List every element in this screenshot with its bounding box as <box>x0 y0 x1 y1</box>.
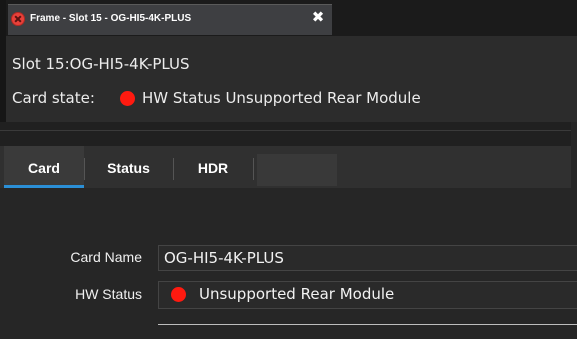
window-tab-title: Frame - Slot 15 - OG-HI5-4K-PLUS <box>30 13 192 24</box>
tab-empty[interactable] <box>257 154 337 186</box>
divider <box>0 130 571 131</box>
slot-title: Slot 15:OG-HI5-4K-PLUS <box>12 55 190 73</box>
card-state-value: HW Status Unsupported Rear Module <box>142 89 421 107</box>
status-error-icon <box>120 91 135 106</box>
hw-status-label: HW Status <box>75 286 142 302</box>
red-circle-close-icon[interactable] <box>11 12 25 26</box>
card-name-label: Card Name <box>70 249 142 265</box>
tab-status[interactable]: Status <box>84 146 173 188</box>
window-tab-strip: Frame - Slot 15 - OG-HI5-4K-PLUS ✖ <box>6 0 577 36</box>
tab-hdr[interactable]: HDR <box>173 146 253 188</box>
card-header <box>6 36 577 122</box>
field-underline <box>158 324 577 325</box>
hw-status-value: Unsupported Rear Module <box>199 285 395 303</box>
tab-bar: Card Status HDR <box>0 146 571 188</box>
header-divider-area <box>0 122 571 146</box>
card-state-label: Card state: <box>12 89 95 107</box>
card-name-value: OG-HI5-4K-PLUS <box>164 249 284 267</box>
status-error-icon <box>171 287 186 302</box>
tab-card[interactable]: Card <box>4 146 84 188</box>
tab-separator <box>253 158 254 180</box>
window-tab[interactable]: Frame - Slot 15 - OG-HI5-4K-PLUS ✖ <box>8 4 332 35</box>
close-icon[interactable]: ✖ <box>309 8 327 26</box>
